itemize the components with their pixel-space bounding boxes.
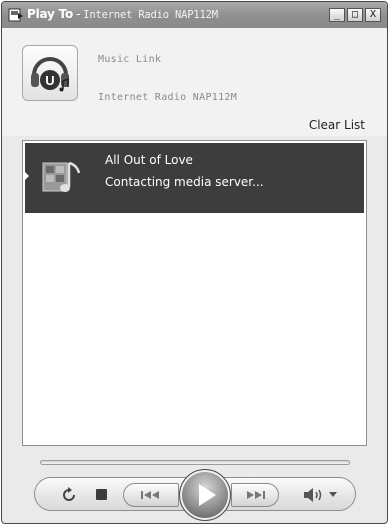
music-file-icon: [42, 161, 81, 192]
window-controls: _ □ X: [327, 8, 381, 22]
device-icon-tile: U: [22, 45, 78, 101]
playlist[interactable]: All Out of Love Contacting media server.…: [22, 140, 367, 446]
playlist-item-status: Contacting media server...: [105, 175, 264, 189]
playlist-item[interactable]: All Out of Love Contacting media server.…: [24, 143, 364, 213]
device-name-label: Internet Radio NAP112M: [98, 92, 238, 103]
device-header: U Music Link Internet Radio NAP112M Clea…: [2, 28, 387, 136]
seek-bar[interactable]: [40, 460, 350, 465]
headphones-u-icon: U: [31, 57, 69, 92]
title-bar[interactable]: Play To - Internet Radio NAP112M _ □ X: [2, 2, 387, 29]
stop-icon[interactable]: [96, 489, 107, 500]
window-title: Play To - Internet Radio NAP112M: [27, 7, 218, 21]
svg-text:U: U: [45, 73, 54, 88]
previous-icon: [141, 491, 159, 499]
previous-button[interactable]: [123, 483, 179, 507]
window-title-separator: -: [76, 7, 81, 21]
play-to-app-icon: [8, 8, 23, 22]
repeat-icon[interactable]: [60, 486, 78, 504]
maximize-button[interactable]: □: [347, 8, 363, 22]
minimize-button[interactable]: _: [329, 8, 345, 22]
playlist-item-title: All Out of Love: [105, 153, 193, 167]
device-type-label: Music Link: [98, 54, 162, 65]
playback-controls: [34, 469, 356, 521]
clear-list-link[interactable]: Clear List: [309, 118, 365, 132]
volume-icon[interactable]: [303, 487, 325, 503]
current-item-arrow-icon: [24, 171, 29, 181]
window-title-device: Internet Radio NAP112M: [83, 9, 218, 21]
volume-dropdown-icon[interactable]: [329, 492, 337, 497]
play-icon: [199, 484, 216, 506]
next-icon: [247, 491, 265, 499]
play-to-window: Play To - Internet Radio NAP112M _ □ X U M…: [1, 1, 388, 524]
play-button[interactable]: [179, 469, 231, 521]
close-button[interactable]: X: [365, 8, 381, 22]
next-button[interactable]: [231, 483, 279, 507]
window-title-app: Play To: [27, 7, 74, 21]
